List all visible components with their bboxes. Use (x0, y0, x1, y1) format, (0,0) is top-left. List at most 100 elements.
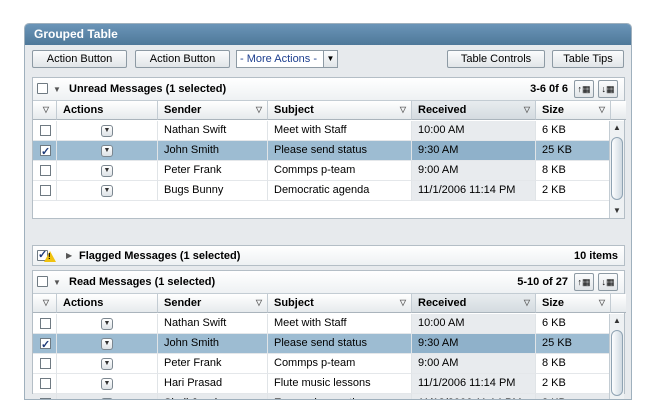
column-header-sender[interactable]: Sender ▽ (158, 101, 268, 120)
chevron-down-icon[interactable]: ▽ (599, 101, 605, 119)
triangle-down-icon[interactable]: ▼ (53, 85, 61, 94)
chevron-down-icon[interactable]: ▼ (323, 51, 337, 67)
unread-group-checkbox[interactable] (37, 83, 48, 94)
table-controls-button[interactable]: Table Controls (447, 50, 545, 68)
cell-size[interactable]: 2 KB (536, 181, 611, 201)
column-header-check[interactable]: ▽ (33, 101, 57, 120)
cell-size[interactable]: 25 KB (536, 334, 611, 354)
row-checkbox[interactable] (40, 358, 51, 369)
cell-subject[interactable]: Commps p-team (268, 161, 412, 181)
row-checkbox[interactable] (40, 165, 51, 176)
chevron-down-icon[interactable]: ▼ (101, 318, 113, 330)
cell-subject[interactable]: Please send status (268, 334, 412, 354)
column-header-size[interactable]: Size ▽ (536, 294, 611, 313)
chevron-down-icon[interactable]: ▽ (599, 294, 605, 312)
cell-size[interactable]: 8 KB (536, 394, 611, 399)
cell-size[interactable]: 8 KB (536, 354, 611, 374)
cell-received[interactable]: 9:00 AM (412, 161, 536, 181)
vertical-scrollbar[interactable]: ▲▼ (609, 121, 624, 218)
scroll-up-icon[interactable]: ▲ (610, 121, 624, 135)
cell-subject[interactable]: Economic growth (268, 394, 412, 399)
triangle-down-icon[interactable]: ▼ (53, 278, 61, 287)
row-checkbox[interactable] (40, 336, 51, 353)
cell-received[interactable]: 10:00 AM (412, 314, 536, 334)
chevron-down-icon[interactable]: ▼ (101, 125, 113, 137)
chevron-down-icon[interactable]: ▼ (101, 378, 113, 390)
row-checkbox[interactable] (40, 398, 51, 399)
cell-sender[interactable]: Bugs Bunny (158, 181, 268, 201)
row-checkbox[interactable] (40, 185, 51, 196)
cell-size[interactable]: 6 KB (536, 314, 611, 334)
cell-sender[interactable]: John Smith (158, 141, 268, 161)
chevron-down-icon[interactable]: ▽ (43, 101, 49, 119)
cell-value: Democratic agenda (274, 184, 370, 196)
chevron-down-icon[interactable]: ▽ (256, 294, 262, 312)
chevron-down-icon[interactable]: ▽ (524, 294, 530, 312)
column-header-actions[interactable]: Actions (57, 101, 158, 120)
chevron-down-icon[interactable]: ▼ (101, 165, 113, 177)
row-checkbox[interactable] (40, 378, 51, 389)
sort-table-icon[interactable]: ↓▦ (598, 80, 618, 98)
column-header-size[interactable]: Size ▽ (536, 101, 611, 120)
cell-subject[interactable]: Meet with Staff (268, 121, 412, 141)
action-button-2[interactable]: Action Button (135, 50, 230, 68)
cell-size[interactable]: 25 KB (536, 141, 611, 161)
column-header-actions[interactable]: Actions (57, 294, 158, 313)
scroll-thumb[interactable] (611, 137, 623, 200)
chevron-down-icon[interactable]: ▼ (101, 145, 113, 157)
cell-received[interactable]: 10:00 AM (412, 121, 536, 141)
cell-received[interactable]: 9:00 AM (412, 354, 536, 374)
cell-size[interactable]: 8 KB (536, 161, 611, 181)
chevron-down-icon[interactable]: ▼ (101, 358, 113, 370)
vertical-scrollbar[interactable]: ▲▼ (609, 314, 624, 399)
cell-subject[interactable]: Please send status (268, 141, 412, 161)
sort-table-icon[interactable]: ↓▦ (598, 273, 618, 291)
column-header-subject[interactable]: Subject ▽ (268, 294, 412, 313)
column-chooser-icon[interactable]: ↑▦ (574, 80, 594, 98)
cell-size[interactable]: 2 KB (536, 374, 611, 394)
action-button-1[interactable]: Action Button (32, 50, 127, 68)
cell-subject[interactable]: Meet with Staff (268, 314, 412, 334)
cell-size[interactable]: 6 KB (536, 121, 611, 141)
column-header-sender[interactable]: Sender ▽ (158, 294, 268, 313)
column-chooser-icon[interactable]: ↑▦ (574, 273, 594, 291)
scroll-up-icon[interactable]: ▲ (610, 314, 624, 328)
cell-sender[interactable]: Shell Jacobs (158, 394, 268, 399)
cell-sender[interactable]: Hari Prasad (158, 374, 268, 394)
column-header-received[interactable]: Received ▽ (412, 101, 536, 120)
cell-sender[interactable]: John Smith (158, 334, 268, 354)
chevron-down-icon[interactable]: ▼ (101, 338, 113, 350)
chevron-down-icon[interactable]: ▽ (524, 101, 530, 119)
row-checkbox[interactable] (40, 318, 51, 329)
cell-sender[interactable]: Peter Frank (158, 354, 268, 374)
scroll-thumb[interactable] (611, 330, 623, 396)
cell-sender[interactable]: Peter Frank (158, 161, 268, 181)
row-checkbox[interactable] (40, 143, 51, 160)
triangle-right-icon[interactable]: ▶ (66, 251, 72, 260)
chevron-down-icon[interactable]: ▼ (101, 185, 113, 197)
cell-subject[interactable]: Flute music lessons (268, 374, 412, 394)
row-checkbox[interactable] (40, 125, 51, 136)
cell-subject[interactable]: Commps p-team (268, 354, 412, 374)
cell-sender[interactable]: Nathan Swift (158, 121, 268, 141)
cell-received[interactable]: 11/1/2006 11:14 PM (412, 374, 536, 394)
cell-received[interactable]: 9:30 AM (412, 334, 536, 354)
cell-received[interactable]: 11/18/2006 11:14 PM (412, 394, 536, 399)
more-actions-dropdown[interactable]: - More Actions - ▼ (236, 50, 338, 68)
column-header-check[interactable]: ▽ (33, 294, 57, 313)
cell-value: 11/1/2006 11:14 PM (418, 184, 516, 196)
column-header-received[interactable]: Received ▽ (412, 294, 536, 313)
chevron-down-icon[interactable]: ▽ (400, 101, 406, 119)
cell-received[interactable]: 9:30 AM (412, 141, 536, 161)
read-group-checkbox[interactable] (37, 276, 48, 287)
column-header-subject[interactable]: Subject ▽ (268, 101, 412, 120)
chevron-down-icon[interactable]: ▽ (400, 294, 406, 312)
cell-subject[interactable]: Democratic agenda (268, 181, 412, 201)
chevron-down-icon[interactable]: ▽ (256, 101, 262, 119)
table-tips-button[interactable]: Table Tips (552, 50, 624, 68)
chevron-down-icon[interactable]: ▼ (101, 398, 113, 399)
chevron-down-icon[interactable]: ▽ (43, 294, 49, 312)
scroll-down-icon[interactable]: ▼ (610, 204, 624, 218)
cell-sender[interactable]: Nathan Swift (158, 314, 268, 334)
cell-received[interactable]: 11/1/2006 11:14 PM (412, 181, 536, 201)
